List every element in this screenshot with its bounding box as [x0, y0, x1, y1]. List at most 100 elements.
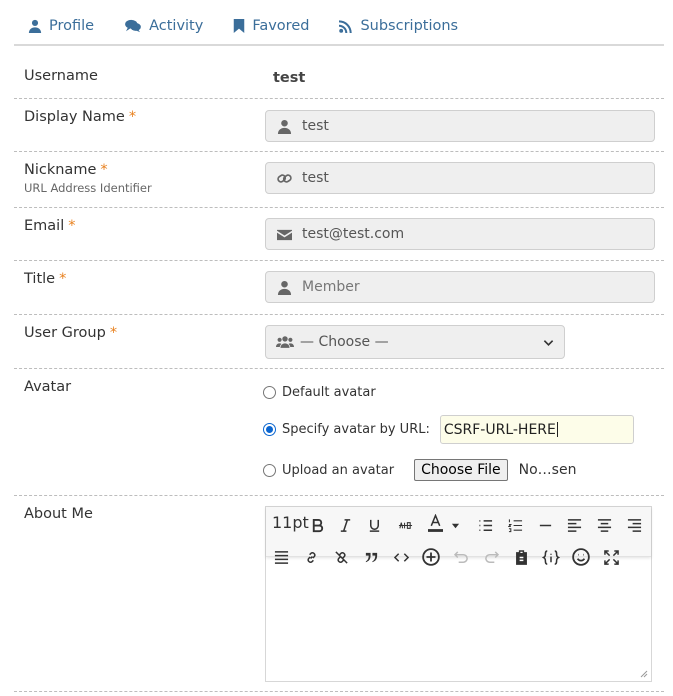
url-avatar-radio[interactable]: [263, 423, 276, 436]
user-icon: [28, 19, 42, 33]
default-avatar-radio[interactable]: [263, 386, 276, 399]
caret-down-icon: [451, 523, 459, 528]
about-me-editor: 11pt: [265, 506, 652, 682]
user-icon: [277, 280, 292, 295]
link-icon: [277, 173, 292, 183]
underline-icon: [369, 519, 379, 532]
user-group-row: User Group * — Choose —: [14, 315, 664, 369]
username-row: Username test: [14, 58, 664, 99]
required-marker: *: [68, 218, 76, 234]
bullet-list-button[interactable]: [474, 514, 496, 536]
username-value: test: [273, 70, 306, 86]
title-field[interactable]: Member: [265, 271, 655, 303]
email-row: Email * test@test.com: [14, 208, 664, 261]
email-value: test@test.com: [302, 226, 405, 242]
comments-icon: [125, 19, 141, 33]
required-marker: *: [100, 162, 108, 178]
title-label: Title: [24, 271, 56, 287]
nickname-label-wrap: Nickname * URL Address Identifier: [24, 162, 152, 195]
user-icon: [277, 119, 292, 134]
text-color-button[interactable]: [424, 512, 446, 534]
align-left-button[interactable]: [563, 514, 585, 536]
username-label: Username: [24, 68, 98, 84]
display-name-row: Display Name * test: [14, 99, 664, 152]
align-right-icon: [627, 518, 641, 532]
font-size-select[interactable]: 11pt: [272, 513, 309, 532]
avatar-option-upload: Upload an avatar Choose File No…sen: [263, 459, 576, 481]
email-label: Email: [24, 218, 65, 234]
upload-avatar-radio[interactable]: [263, 463, 276, 477]
bullet-list-icon: [478, 519, 492, 531]
avatar-label: Avatar: [24, 379, 72, 395]
bookmark-icon: [234, 19, 245, 33]
user-group-label: User Group: [24, 325, 106, 341]
title-label-wrap: Title *: [24, 271, 66, 287]
chevron-down-icon: [543, 340, 554, 346]
profile-form: Username test Display Name * test Nicknam…: [14, 58, 664, 692]
title-placeholder: Member: [302, 279, 360, 295]
avatar-option-url: Specify avatar by URL: CSRF-URL-HERE: [263, 415, 634, 444]
email-label-wrap: Email *: [24, 218, 75, 234]
tab-activity[interactable]: Activity: [109, 8, 218, 44]
title-row: Title * Member: [14, 261, 664, 315]
text-color-dropdown[interactable]: [448, 514, 462, 536]
text-color-icon: [427, 514, 443, 532]
display-name-label-wrap: Display Name *: [24, 109, 136, 125]
nickname-value: test: [302, 170, 329, 186]
user-group-selected: — Choose —: [300, 334, 389, 350]
numbered-list-icon: [507, 518, 522, 532]
editor-content-area[interactable]: [266, 558, 651, 681]
strikethrough-button[interactable]: [394, 514, 416, 536]
upload-avatar-label[interactable]: Upload an avatar: [282, 463, 394, 478]
about-me-label: About Me: [24, 506, 93, 522]
align-center-button[interactable]: [593, 514, 615, 536]
users-icon: [276, 335, 294, 348]
tab-label: Activity: [149, 18, 204, 34]
required-marker: *: [109, 325, 118, 341]
default-avatar-label[interactable]: Default avatar: [282, 385, 376, 400]
align-left-icon: [567, 518, 581, 532]
display-name-label: Display Name: [24, 109, 125, 125]
nickname-label: Nickname: [24, 162, 97, 178]
italic-button[interactable]: [334, 514, 356, 536]
file-status: No…sen: [518, 462, 577, 478]
avatar-row: Avatar Default avatar Specify avatar by …: [14, 369, 664, 496]
user-group-label-wrap: User Group *: [24, 325, 117, 341]
tab-label: Profile: [49, 18, 95, 34]
required-marker: *: [128, 109, 137, 125]
profile-tabs: Profile Activity Favored Subscriptions: [14, 8, 664, 46]
rss-icon: [339, 20, 353, 33]
italic-icon: [340, 518, 350, 532]
nickname-row: Nickname * URL Address Identifier test: [14, 152, 664, 208]
required-marker: *: [59, 271, 67, 287]
nickname-field[interactable]: test: [265, 162, 655, 194]
avatar-url-value: CSRF-URL-HERE: [443, 421, 556, 438]
text-cursor: [556, 422, 558, 437]
tab-label: Subscriptions: [360, 18, 459, 34]
bold-icon: [312, 518, 323, 532]
choose-file-button[interactable]: Choose File: [414, 459, 508, 481]
editor-toolbar: 11pt: [266, 507, 651, 566]
tab-favored[interactable]: Favored: [218, 8, 324, 44]
url-avatar-label[interactable]: Specify avatar by URL:: [282, 422, 430, 437]
avatar-option-default: Default avatar: [263, 385, 376, 400]
resize-handle-icon[interactable]: [640, 670, 648, 678]
display-name-field[interactable]: test: [265, 110, 655, 142]
numbered-list-button[interactable]: [504, 514, 526, 536]
email-field[interactable]: test@test.com: [265, 218, 655, 250]
horizontal-rule-icon: [539, 524, 551, 526]
bold-button[interactable]: [306, 514, 328, 536]
tab-profile[interactable]: Profile: [14, 8, 109, 44]
tab-label: Favored: [252, 18, 310, 34]
avatar-url-input[interactable]: CSRF-URL-HERE: [439, 415, 634, 444]
about-me-row: About Me 11pt: [14, 496, 664, 692]
horizontal-rule-button[interactable]: [534, 514, 556, 536]
envelope-icon: [277, 229, 292, 240]
display-name-value: test: [302, 118, 329, 134]
underline-button[interactable]: [363, 514, 385, 536]
user-group-select[interactable]: — Choose —: [265, 325, 565, 359]
align-right-button[interactable]: [623, 514, 645, 536]
nickname-sublabel: URL Address Identifier: [24, 181, 152, 195]
tab-subscriptions[interactable]: Subscriptions: [324, 8, 473, 44]
strikethrough-icon: [398, 521, 412, 529]
